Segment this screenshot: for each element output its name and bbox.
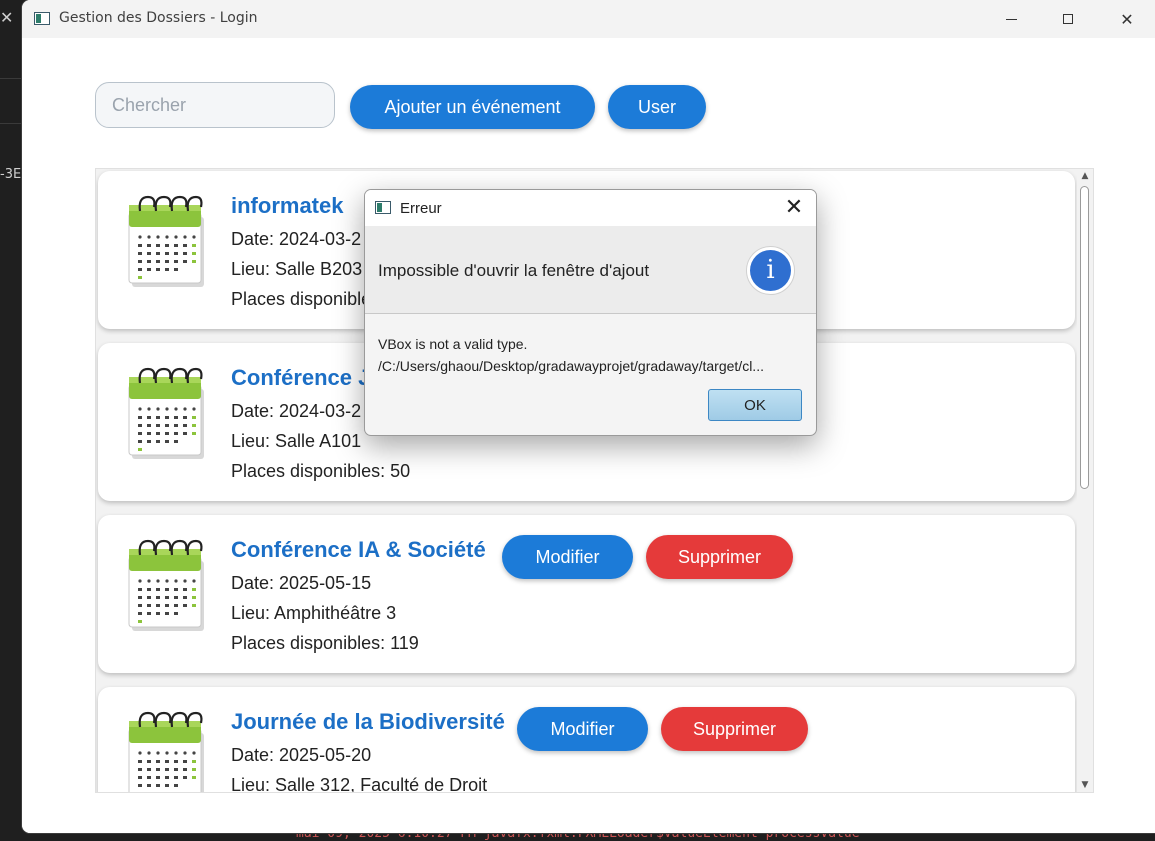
- modify-button[interactable]: Modifier: [502, 535, 633, 579]
- title-bar: Gestion des Dossiers - Login ✕: [22, 0, 1155, 38]
- calendar-icon: [126, 363, 208, 461]
- maximize-button[interactable]: [1039, 0, 1097, 38]
- minimize-icon: [1005, 18, 1017, 20]
- event-title: Conférence J: [231, 365, 371, 390]
- ok-button[interactable]: OK: [708, 389, 802, 421]
- ide-close-icon[interactable]: ✕: [0, 8, 13, 27]
- delete-button[interactable]: Supprimer: [646, 535, 793, 579]
- event-places: Places disponibles: 119: [231, 633, 419, 653]
- error-dialog: Erreur ✕ Impossible d'ouvrir la fenêtre …: [364, 189, 817, 436]
- info-icon: i: [746, 246, 795, 295]
- close-icon: ✕: [1120, 9, 1134, 29]
- event-card: Journée de la Biodiversité Modifier Supp…: [98, 687, 1075, 793]
- ide-fragment: -3E: [0, 167, 22, 182]
- close-icon: ✕: [784, 195, 804, 220]
- app-icon: [375, 201, 391, 214]
- dialog-title: Erreur: [400, 200, 442, 217]
- ide-divider: [0, 78, 22, 79]
- search-input[interactable]: [95, 82, 335, 128]
- event-date: Date: 2024-03-2: [231, 401, 362, 421]
- delete-button[interactable]: Supprimer: [661, 707, 808, 751]
- add-event-button[interactable]: Ajouter un événement: [350, 85, 595, 129]
- event-date: Date: 2025-05-20: [231, 745, 372, 765]
- event-location: Lieu: Salle 312, Faculté de Droit: [231, 775, 488, 793]
- vertical-scrollbar[interactable]: ▲ ▼: [1077, 169, 1093, 792]
- dialog-close-button[interactable]: ✕: [777, 193, 811, 223]
- calendar-icon: [126, 191, 208, 289]
- event-title: informatek: [231, 193, 344, 218]
- dialog-header: Impossible d'ouvrir la fenêtre d'ajout i: [365, 226, 816, 314]
- scroll-up-icon[interactable]: ▲: [1080, 171, 1090, 181]
- info-glyph: i: [750, 250, 791, 291]
- minimize-button[interactable]: [982, 0, 1040, 38]
- event-places: Places disponible: [231, 289, 372, 309]
- event-date: Date: 2025-05-15: [231, 573, 372, 593]
- dialog-title-bar: Erreur ✕: [365, 190, 816, 226]
- event-location: Lieu: Salle B203: [231, 259, 363, 279]
- maximize-icon: [1063, 14, 1073, 24]
- window-title: Gestion des Dossiers - Login: [59, 10, 258, 26]
- event-location: Lieu: Amphithéâtre 3: [231, 603, 397, 623]
- dialog-message-path: /C:/Users/ghaou/Desktop/gradawayprojet/g…: [378, 358, 764, 374]
- ide-divider: [0, 123, 22, 124]
- scroll-down-icon[interactable]: ▼: [1080, 780, 1090, 790]
- calendar-icon: [126, 535, 208, 633]
- scroll-thumb[interactable]: [1080, 186, 1089, 489]
- user-button[interactable]: User: [608, 85, 706, 129]
- event-location: Lieu: Salle A101: [231, 431, 362, 451]
- dialog-message-line: VBox is not a valid type.: [378, 336, 528, 352]
- event-title: Conférence IA & Société: [231, 537, 486, 562]
- close-button[interactable]: ✕: [1098, 0, 1155, 38]
- app-icon: [34, 12, 50, 25]
- calendar-icon: [126, 707, 208, 793]
- event-title: Journée de la Biodiversité: [231, 709, 505, 734]
- event-places: Places disponibles: 50: [231, 461, 411, 481]
- dialog-header-text: Impossible d'ouvrir la fenêtre d'ajout: [378, 261, 650, 280]
- event-date: Date: 2024-03-2: [231, 229, 362, 249]
- event-card: Conférence IA & Société Modifier Supprim…: [98, 515, 1075, 673]
- modify-button[interactable]: Modifier: [517, 707, 648, 751]
